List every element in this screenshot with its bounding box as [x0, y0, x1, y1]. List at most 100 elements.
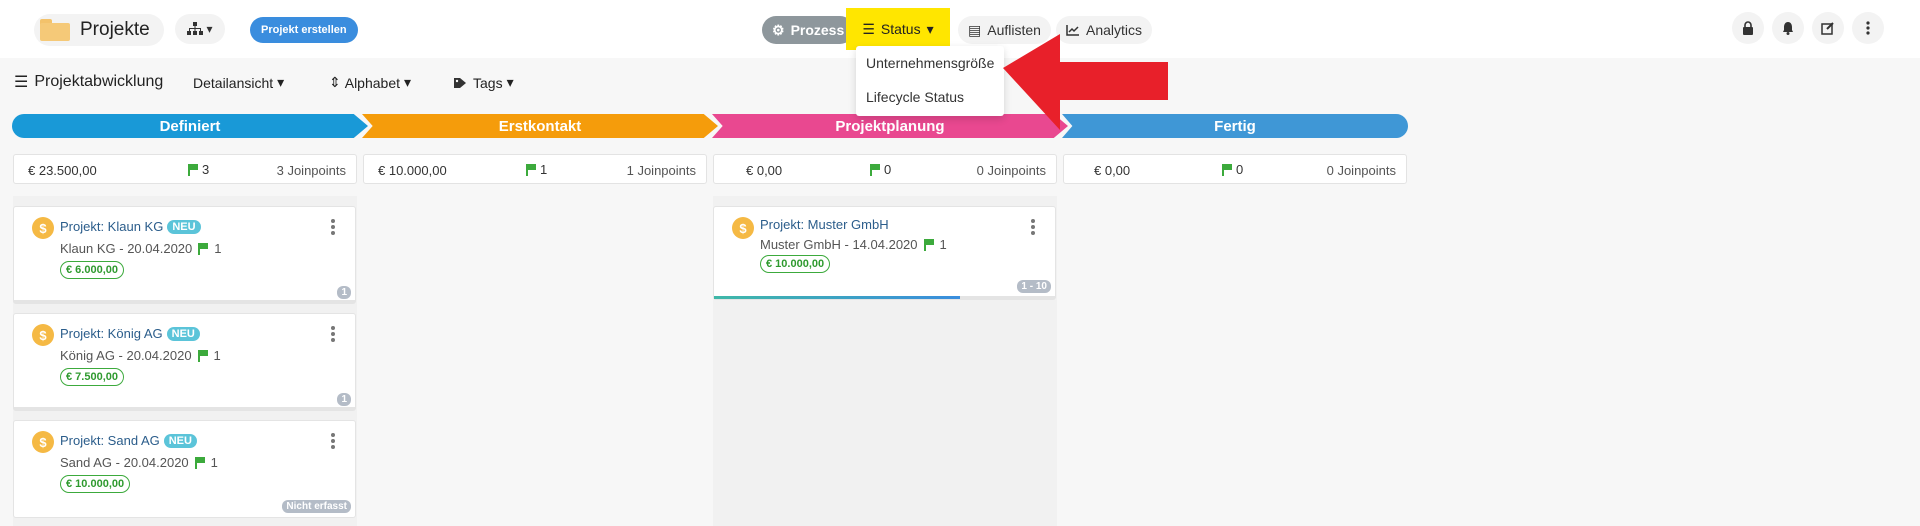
price-badge: € 7.500,00	[60, 368, 124, 386]
card-title-text: Projekt: Klaun KG	[60, 219, 164, 234]
auflisten-button[interactable]: ▤ Auflisten	[958, 16, 1051, 44]
card-subtitle: König AG - 20.04.2020 1	[60, 348, 221, 363]
dollar-icon: $	[732, 217, 754, 239]
card-flag-count: 1	[214, 241, 222, 256]
summary-amount: € 23.500,00	[28, 163, 97, 178]
card-title: Projekt: König AG NEU	[60, 326, 200, 341]
dropdown-item-unternehmensgroesse[interactable]: Unternehmensgröße	[856, 46, 1004, 80]
card-flag-count: 1	[210, 455, 218, 470]
summary-joinpoints: 0 Joinpoints	[976, 163, 1046, 178]
dropdown-item-lifecycle-status[interactable]: Lifecycle Status	[856, 80, 1004, 114]
card-progress-track	[714, 296, 1055, 299]
list-alt-icon: ▤	[968, 21, 982, 38]
more-options-button[interactable]	[1852, 12, 1884, 44]
card-title-text: Projekt: Muster GmbH	[760, 217, 889, 232]
card-title-text: Projekt: Sand AG	[60, 433, 160, 448]
detail-view-label: Detailansicht	[193, 74, 274, 91]
project-card-muster[interactable]: $ Projekt: Muster GmbH Muster GmbH - 14.…	[713, 206, 1056, 300]
caret-down-icon: ▾	[926, 20, 934, 37]
projects-title: Projekte	[80, 19, 150, 40]
card-progress-track	[14, 300, 355, 303]
tags-label: Tags	[473, 74, 503, 91]
phase-definiert: Definiert	[12, 114, 368, 138]
summary-amount: € 0,00	[746, 163, 783, 178]
price-badge: € 10.000,00	[760, 255, 831, 273]
card-flag-count: 1	[939, 237, 947, 252]
flag-icon	[1222, 163, 1232, 176]
detail-view-dropdown[interactable]: Detailansicht ▾	[193, 74, 284, 91]
card-progress-track	[14, 407, 355, 410]
card-subtitle: Sand AG - 20.04.2020 1	[60, 455, 218, 470]
project-card-klaun[interactable]: $ Projekt: Klaun KG NEU Klaun KG - 20.04.…	[13, 206, 356, 304]
summary-count: 3	[188, 162, 209, 177]
summary-amount: € 0,00	[1094, 163, 1131, 178]
sort-dropdown[interactable]: ⇕ Alphabet ▾	[329, 74, 411, 91]
card-progress-fill	[714, 296, 960, 299]
range-badge: 1 - 10	[1017, 280, 1051, 293]
joinpoint-badge: 1	[337, 393, 351, 406]
prozess-button[interactable]: ⚙ Prozess	[762, 16, 855, 44]
project-card-sand[interactable]: $ Projekt: Sand AG NEU Sand AG - 20.04.20…	[13, 420, 356, 518]
status-badge: Nicht erfasst	[282, 500, 351, 513]
sort-icon: ⇕	[329, 74, 341, 90]
summary-count-value: 0	[884, 162, 892, 177]
view-title-label: Projektabwicklung	[34, 73, 164, 90]
edit-icon	[1821, 22, 1834, 35]
folder-icon	[40, 19, 70, 41]
summary-joinpoints: 3 Joinpoints	[276, 163, 346, 178]
card-subtitle: Muster GmbH - 14.04.2020 1	[760, 237, 947, 252]
sort-label: Alphabet	[344, 74, 401, 91]
phase-fertig: Fertig	[1062, 114, 1408, 138]
new-badge: NEU	[166, 326, 200, 341]
list-icon: ☰	[14, 74, 29, 91]
caret-down-icon: ▾	[506, 74, 514, 90]
line-chart-icon	[1066, 25, 1079, 36]
phase-erstkontakt: Erstkontakt	[362, 114, 718, 138]
status-label: Status	[880, 21, 921, 37]
card-menu-button[interactable]	[331, 326, 335, 344]
hierarchy-dropdown-button[interactable]: ▾	[175, 14, 225, 44]
card-subtitle-text: König AG - 20.04.2020	[60, 348, 192, 363]
lock-button[interactable]	[1732, 12, 1764, 44]
summary-joinpoints: 1 Joinpoints	[626, 163, 696, 178]
card-menu-button[interactable]	[1031, 219, 1035, 237]
summary-amount: € 10.000,00	[378, 163, 447, 178]
summary-count-value: 0	[1236, 162, 1244, 177]
card-flag-count: 1	[213, 348, 221, 363]
column-summary-definiert: € 23.500,00 3 3 Joinpoints	[13, 154, 357, 184]
auflisten-label: Auflisten	[987, 22, 1041, 38]
tags-dropdown[interactable]: Tags ▾	[453, 74, 514, 91]
list-icon: ☰	[862, 20, 875, 37]
status-button[interactable]: ☰ Status ▾	[846, 8, 950, 50]
caret-down-icon: ▾	[404, 74, 412, 90]
summary-joinpoints: 0 Joinpoints	[1326, 163, 1396, 178]
summary-count: 1	[526, 162, 547, 177]
flag-icon	[870, 163, 880, 176]
flag-icon	[526, 163, 536, 176]
card-menu-button[interactable]	[331, 219, 335, 237]
edit-button[interactable]	[1812, 12, 1844, 44]
column-summary-fertig: € 0,00 0 0 Joinpoints	[1063, 154, 1407, 184]
gear-icon: ⚙	[772, 21, 785, 38]
create-project-button[interactable]: Projekt erstellen	[250, 17, 358, 43]
card-menu-button[interactable]	[331, 433, 335, 451]
lock-icon	[1743, 21, 1753, 35]
notifications-button[interactable]	[1772, 12, 1804, 44]
dollar-icon: $	[32, 217, 54, 239]
card-subtitle: Klaun KG - 20.04.2020 1	[60, 241, 222, 256]
card-title: Projekt: Muster GmbH	[760, 217, 889, 232]
analytics-button[interactable]: Analytics	[1056, 16, 1153, 44]
flag-icon	[923, 238, 934, 251]
projects-title-button[interactable]: Projekte	[34, 14, 164, 46]
project-card-koenig[interactable]: $ Projekt: König AG NEU König AG - 20.04.…	[13, 313, 356, 411]
summary-count-value: 1	[540, 162, 548, 177]
view-title[interactable]: ☰ Projektabwicklung	[14, 72, 163, 92]
card-title-text: Projekt: König AG	[60, 326, 163, 341]
top-right-icons	[1732, 12, 1884, 44]
joinpoint-badge: 1	[337, 286, 351, 299]
card-title: Projekt: Klaun KG NEU	[60, 219, 201, 234]
analytics-label: Analytics	[1086, 22, 1143, 38]
price-badge: € 6.000,00	[60, 261, 124, 279]
status-dropdown-menu: Unternehmensgröße Lifecycle Status	[856, 46, 1004, 116]
flag-icon	[188, 163, 198, 176]
